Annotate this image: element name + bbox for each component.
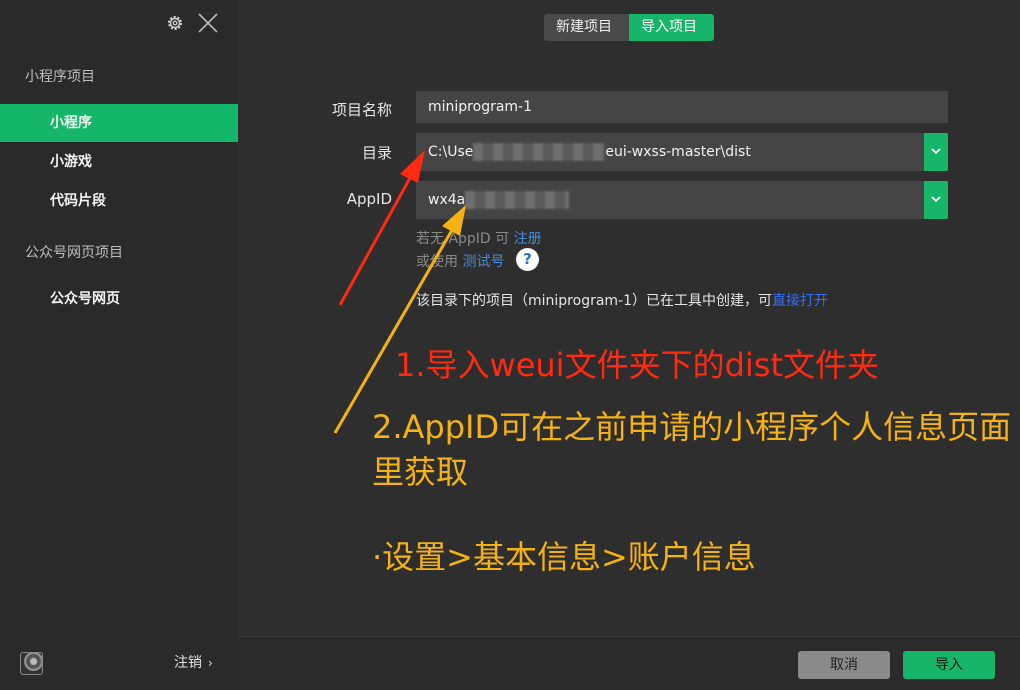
redacted-appid (465, 191, 570, 209)
sidebar-item-web-page[interactable]: 公众号网页 (0, 280, 238, 318)
avatar[interactable] (20, 652, 43, 675)
sidebar: 小程序项目 小程序 小游戏 代码片段 公众号网页项目 公众号网页 注销 › (0, 0, 238, 690)
chevron-down-icon (931, 148, 941, 155)
existing-project-note-text: 该目录下的项目（miniprogram-1）已在工具中创建，可 (416, 293, 773, 309)
sidebar-item-code-snippet[interactable]: 代码片段 (0, 182, 238, 220)
annotation-step2: 2.AppID可在之前申请的小程序个人信息页面里获取 (372, 408, 1012, 491)
footer-bar: 取消 导入 (238, 636, 1020, 690)
annotation-step1: 1.导入weui文件夹下的dist文件夹 (395, 346, 879, 384)
main-panel: 新建项目 导入项目 项目名称 miniprogram-1 目录 C:\Use eu… (238, 0, 1020, 690)
test-account-hint-text: 或使用 (416, 254, 458, 270)
logout-button[interactable]: 注销 › (174, 652, 213, 672)
annotation-step3: ·设置>基本信息>账户信息 (372, 538, 756, 576)
appid-value: wx4a (428, 192, 466, 208)
sidebar-item-mini-game[interactable]: 小游戏 (0, 143, 238, 181)
chevron-right-icon: › (208, 656, 213, 670)
directory-value-end: eui-wxss-master\dist (605, 144, 751, 160)
directory-label: 目录 (361, 144, 392, 162)
section-web-project: 公众号网页项目 (25, 245, 123, 261)
directory-field[interactable]: C:\Use eui-wxss-master\dist (416, 133, 926, 171)
help-icon[interactable]: ? (516, 248, 539, 271)
section-mini-program: 小程序项目 (25, 69, 95, 85)
register-link[interactable]: 注册 (514, 231, 542, 247)
tab-import-project[interactable]: 导入项目 (629, 14, 714, 41)
test-account-link[interactable]: 测试号 (462, 254, 504, 270)
project-type-tabs: 新建项目 导入项目 (544, 14, 714, 41)
import-button[interactable]: 导入 (903, 651, 995, 679)
appid-field[interactable]: wx4a (416, 181, 926, 219)
directory-dropdown-button[interactable] (924, 133, 948, 171)
cancel-button[interactable]: 取消 (798, 651, 890, 679)
appid-dropdown-button[interactable] (924, 181, 948, 219)
project-name-label: 项目名称 (331, 101, 392, 119)
gear-icon[interactable] (165, 13, 185, 33)
project-name-value: miniprogram-1 (428, 99, 533, 115)
tab-new-project[interactable]: 新建项目 (544, 14, 629, 41)
redacted-path (473, 143, 606, 161)
close-icon[interactable] (197, 12, 219, 34)
existing-project-note: 该目录下的项目（miniprogram-1）已在工具中创建，可直接打开 (416, 290, 828, 310)
directory-value-start: C:\Use (428, 144, 474, 160)
chevron-down-icon (931, 196, 941, 203)
register-hint: 若无 AppID 可 注册 (416, 228, 542, 248)
open-directly-link[interactable]: 直接打开 (772, 293, 828, 309)
project-name-field[interactable]: miniprogram-1 (416, 91, 948, 123)
appid-label: AppID (346, 190, 392, 208)
logout-label: 注销 (174, 655, 202, 671)
sidebar-item-mini-program[interactable]: 小程序 (0, 104, 238, 142)
register-hint-text: 若无 AppID 可 (416, 231, 510, 247)
test-account-hint: 或使用 测试号 (416, 251, 504, 271)
